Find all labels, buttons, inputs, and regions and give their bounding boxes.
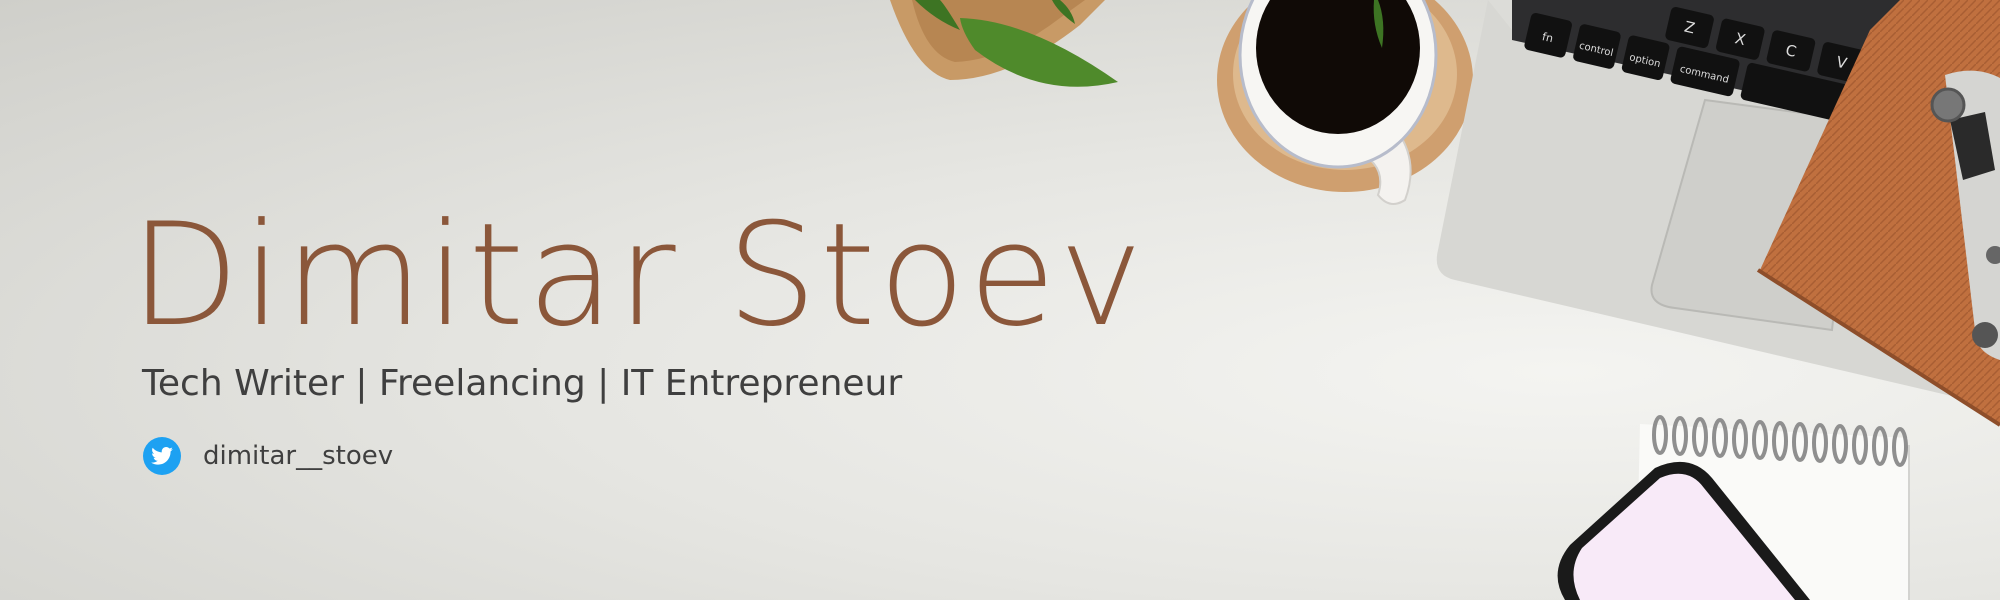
profile-name: Dimitar Stoev xyxy=(130,193,1146,358)
twitter-handle: dimitar__stoev xyxy=(203,441,394,471)
profile-banner: Z X C V G fn control option xyxy=(0,0,2000,600)
coffee-cup xyxy=(1217,0,1473,205)
plant-decoration xyxy=(890,0,1118,87)
profile-tagline: Tech Writer | Freelancing | IT Entrepren… xyxy=(142,363,903,404)
twitter-icon xyxy=(143,437,181,475)
twitter-handle-link[interactable]: dimitar__stoev xyxy=(143,437,393,475)
